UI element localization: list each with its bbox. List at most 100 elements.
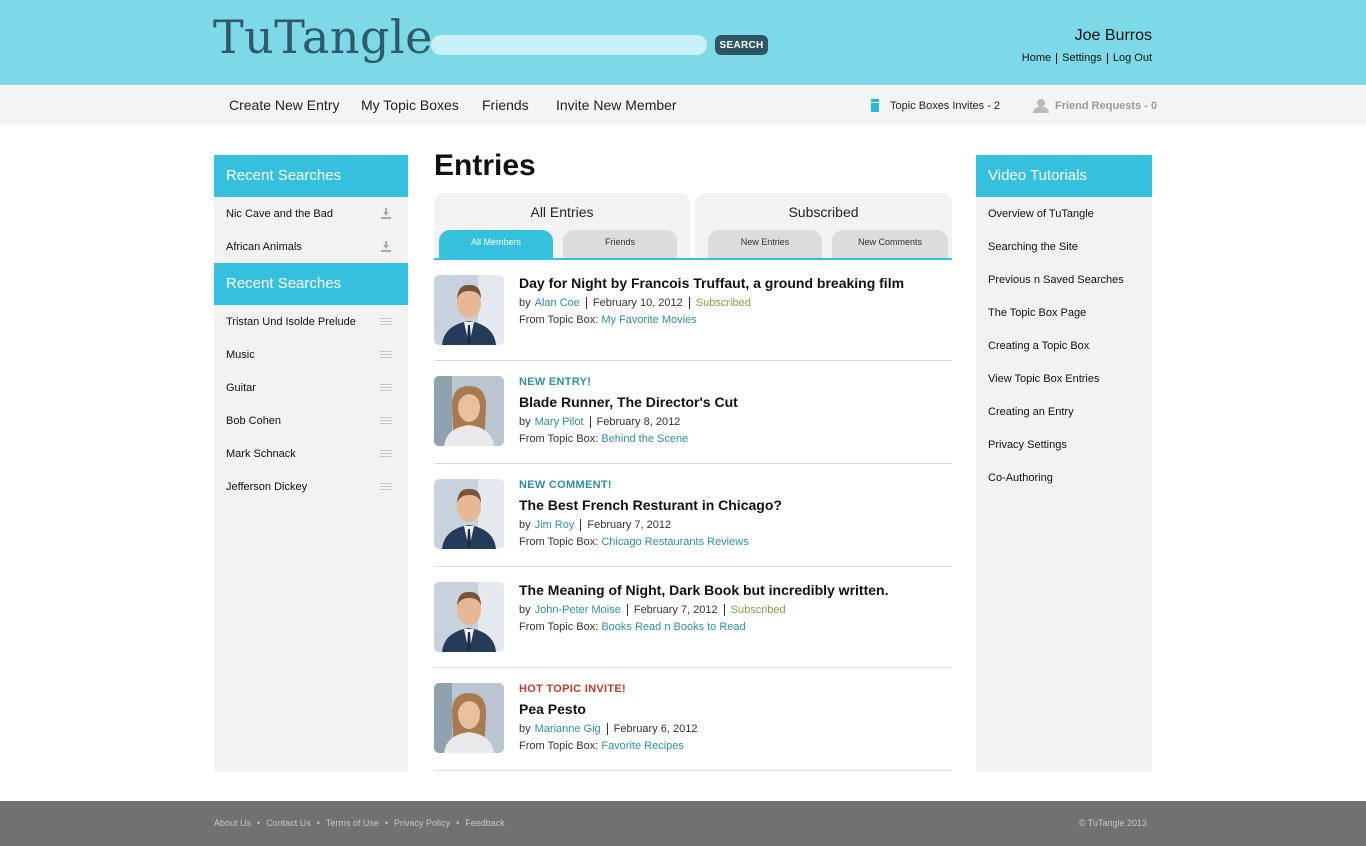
tab-all-members[interactable]: All Members bbox=[439, 230, 553, 258]
author-link[interactable]: Jim Roy bbox=[535, 519, 575, 531]
download-icon[interactable] bbox=[381, 208, 391, 219]
footer-contact-link[interactable]: Contact Us bbox=[266, 818, 311, 828]
bullet-divider: • bbox=[384, 818, 389, 828]
download-icon[interactable] bbox=[381, 241, 391, 252]
author-link[interactable]: Marianne Gig bbox=[535, 723, 601, 735]
author-link[interactable]: Mary Pilot bbox=[535, 416, 584, 428]
from-label: From Topic Box: bbox=[519, 536, 599, 548]
drag-handle-icon[interactable] bbox=[380, 351, 392, 358]
avatar[interactable] bbox=[434, 376, 504, 446]
entry-title[interactable]: Day for Night by Francois Truffaut, a gr… bbox=[519, 275, 904, 291]
recent-search-item[interactable]: Tristan Und Isolde Prelude bbox=[214, 305, 408, 338]
from-label: From Topic Box: bbox=[519, 433, 599, 445]
home-link[interactable]: Home bbox=[1022, 52, 1051, 64]
tab-new-entries[interactable]: New Entries bbox=[708, 230, 822, 258]
tab-new-comments[interactable]: New Comments bbox=[832, 230, 948, 258]
tab-group-title[interactable]: All Entries bbox=[434, 204, 690, 220]
divider bbox=[1106, 52, 1108, 64]
entry-item: NEW COMMENT! The Best French Resturant i… bbox=[434, 464, 952, 567]
recent-search-label: Jefferson Dickey bbox=[226, 481, 308, 493]
tutorial-link[interactable]: Creating an Entry bbox=[976, 395, 1152, 428]
recent-search-item[interactable]: Music bbox=[214, 338, 408, 371]
entry-date: February 8, 2012 bbox=[596, 416, 681, 428]
entry-item: Day for Night by Francois Truffaut, a gr… bbox=[434, 260, 952, 361]
from-label: From Topic Box: bbox=[519, 740, 599, 752]
drag-handle-icon[interactable] bbox=[380, 483, 392, 490]
footer-terms-link[interactable]: Terms of Use bbox=[326, 818, 379, 828]
nav-friends[interactable]: Friends bbox=[482, 97, 529, 113]
site-logo[interactable]: TuTangle bbox=[213, 10, 433, 64]
footer-about-link[interactable]: About Us bbox=[214, 818, 251, 828]
entry-tag: NEW COMMENT! bbox=[519, 479, 612, 491]
footer-privacy-link[interactable]: Privacy Policy bbox=[394, 818, 450, 828]
drag-handle-icon[interactable] bbox=[380, 417, 392, 424]
topic-box-invites-label: Topic Boxes Invites - 2 bbox=[890, 99, 1001, 112]
tutorial-link[interactable]: Previous n Saved Searches bbox=[976, 263, 1152, 296]
topic-box-link[interactable]: Chicago Restaurants Reviews bbox=[601, 536, 748, 548]
topic-box-link[interactable]: My Favorite Movies bbox=[601, 314, 696, 326]
avatar[interactable] bbox=[434, 683, 504, 753]
tutorial-link[interactable]: Searching the Site bbox=[976, 230, 1152, 263]
footer-links: About Us • Contact Us • Terms of Use • P… bbox=[214, 818, 505, 828]
entry-meta: by Marianne Gig February 6, 2012 bbox=[519, 723, 697, 735]
entry-meta: by Mary Pilot February 8, 2012 bbox=[519, 416, 738, 428]
friend-requests[interactable]: Friend Requests - 0 bbox=[1033, 99, 1157, 113]
recent-search-label: Bob Cohen bbox=[226, 415, 282, 427]
settings-link[interactable]: Settings bbox=[1062, 52, 1102, 64]
user-links: Home Settings Log Out bbox=[1022, 52, 1152, 64]
recent-search-item[interactable]: African Animals bbox=[214, 230, 408, 263]
nav-create-new-entry[interactable]: Create New Entry bbox=[229, 97, 339, 113]
logout-link[interactable]: Log Out bbox=[1113, 52, 1152, 64]
entry-title[interactable]: Blade Runner, The Director's Cut bbox=[519, 394, 738, 410]
by-label: by bbox=[519, 519, 531, 531]
tutorial-link[interactable]: Co-Authoring bbox=[976, 461, 1152, 494]
person-icon bbox=[1033, 99, 1049, 113]
tutorial-link[interactable]: View Topic Box Entries bbox=[976, 362, 1152, 395]
nav-invite-new-member[interactable]: Invite New Member bbox=[556, 97, 677, 113]
entry-from: From Topic Box: Behind the Scene bbox=[519, 433, 738, 445]
recent-search-item[interactable]: Bob Cohen bbox=[214, 404, 408, 437]
topic-box-link[interactable]: Behind the Scene bbox=[601, 433, 688, 445]
tab-friends[interactable]: Friends bbox=[563, 230, 677, 258]
search-button[interactable]: SEARCH bbox=[715, 35, 768, 55]
entry-title[interactable]: Pea Pesto bbox=[519, 701, 697, 717]
tutorial-link[interactable]: Privacy Settings bbox=[976, 428, 1152, 461]
from-label: From Topic Box: bbox=[519, 314, 599, 326]
tutorial-link[interactable]: The Topic Box Page bbox=[976, 296, 1152, 329]
entry-title[interactable]: The Best French Resturant in Chicago? bbox=[519, 497, 782, 513]
topic-box-link[interactable]: Books Read n Books to Read bbox=[601, 621, 745, 633]
tab-group-title[interactable]: Subscribed bbox=[695, 204, 952, 220]
tutorial-link[interactable]: Creating a Topic Box bbox=[976, 329, 1152, 362]
avatar[interactable] bbox=[434, 479, 504, 549]
avatar[interactable] bbox=[434, 582, 504, 652]
recent-searches-heading: Recent Searches bbox=[214, 155, 408, 197]
drag-handle-icon[interactable] bbox=[380, 318, 392, 325]
entry-title[interactable]: The Meaning of Night, Dark Book but incr… bbox=[519, 582, 888, 598]
divider bbox=[589, 416, 591, 428]
drag-handle-icon[interactable] bbox=[380, 450, 392, 457]
divider bbox=[580, 519, 582, 531]
bullet-divider: • bbox=[257, 818, 261, 828]
entry-tag: HOT TOPIC INVITE! bbox=[519, 683, 626, 695]
entry-date: February 7, 2012 bbox=[633, 604, 718, 616]
topic-box-invites[interactable]: Topic Boxes Invites - 2 bbox=[871, 99, 1000, 112]
recent-search-item[interactable]: Mark Schnack bbox=[214, 437, 408, 470]
recent-search-item[interactable]: Nic Cave and the Bad bbox=[214, 197, 408, 230]
drag-handle-icon[interactable] bbox=[380, 384, 392, 391]
right-sidebar: Video Tutorials Overview of TuTangle Sea… bbox=[976, 155, 1152, 771]
tutorial-link[interactable]: Overview of TuTangle bbox=[976, 197, 1152, 230]
avatar[interactable] bbox=[434, 275, 504, 345]
divider bbox=[626, 604, 628, 616]
search-input[interactable] bbox=[431, 35, 707, 55]
nav-my-topic-boxes[interactable]: My Topic Boxes bbox=[361, 97, 459, 113]
by-label: by bbox=[519, 604, 531, 616]
recent-search-item[interactable]: Guitar bbox=[214, 371, 408, 404]
author-link[interactable]: John-Peter Moise bbox=[535, 604, 621, 616]
topic-box-link[interactable]: Favorite Recipes bbox=[601, 740, 684, 752]
from-label: From Topic Box: bbox=[519, 621, 599, 633]
footer-feedback-link[interactable]: Feedback bbox=[465, 818, 505, 828]
entry-date: February 6, 2012 bbox=[613, 723, 698, 735]
entry-meta: by John-Peter Moise February 7, 2012 Sub… bbox=[519, 604, 888, 616]
author-link[interactable]: Alan Coe bbox=[535, 297, 580, 309]
recent-search-item[interactable]: Jefferson Dickey bbox=[214, 470, 408, 503]
